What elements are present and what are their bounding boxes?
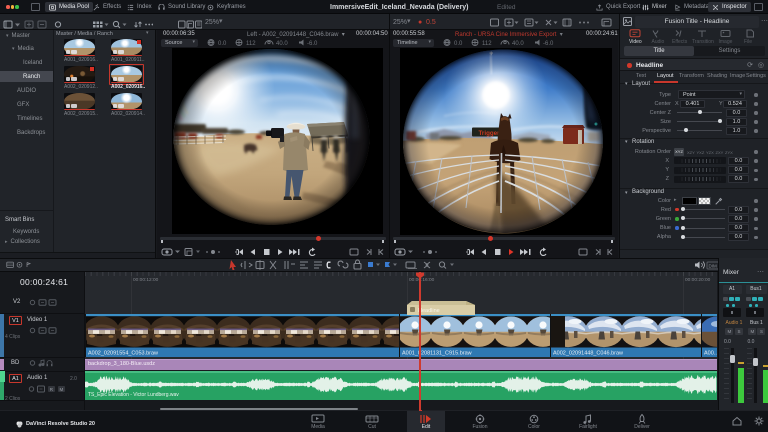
svg-text:112: 112 <box>482 41 492 47</box>
svg-text:40.0: 40.0 <box>512 41 524 47</box>
svg-text:-6.0: -6.0 <box>307 41 318 47</box>
svg-text:M: M <box>60 387 64 392</box>
svg-text:A001_02081131_C915.braw: A001_02081131_C915.braw <box>402 350 472 356</box>
svg-text:Headline: Headline <box>418 308 440 314</box>
svg-text:0.0: 0.0 <box>454 41 463 47</box>
svg-text:112: 112 <box>246 41 256 47</box>
svg-text:DIM: DIM <box>709 263 718 268</box>
svg-text:A00..: A00.. <box>704 350 717 356</box>
svg-text:A002_02091448_C046.braw: A002_02091448_C046.braw <box>553 350 623 356</box>
svg-text:40.0: 40.0 <box>276 41 288 47</box>
svg-text:A002_02091554_C053.braw: A002_02091554_C053.braw <box>88 350 158 356</box>
svg-text:0.0: 0.0 <box>218 41 227 47</box>
svg-text:-6.0: -6.0 <box>543 41 554 47</box>
